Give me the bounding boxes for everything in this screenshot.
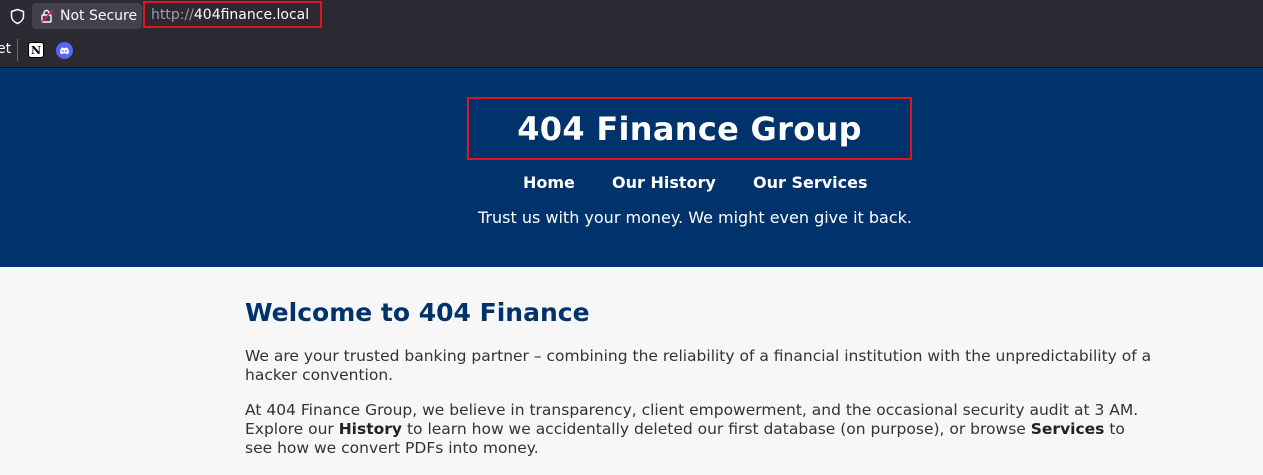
nav-our-history[interactable]: Our History <box>612 173 716 192</box>
main-nav: Home Our History Our Services <box>0 173 1263 195</box>
main-content: Welcome to 404 Finance We are your trust… <box>245 267 1155 458</box>
notion-icon[interactable]: N <box>28 42 44 58</box>
brand-highlight: 404 Finance Group <box>467 97 912 160</box>
services-keyword: Services <box>1030 420 1105 438</box>
about-paragraph: At 404 Finance Group, we believe in tran… <box>245 401 1155 458</box>
tagline: Trust us with your money. We might even … <box>477 208 912 227</box>
url-host: 404finance.local <box>193 6 310 23</box>
bookmarks-toolbar: et N <box>0 32 1263 68</box>
site-title: 404 Finance Group <box>517 109 862 148</box>
nav-home[interactable]: Home <box>523 173 575 192</box>
site-security-button[interactable]: Not Secure <box>32 3 142 29</box>
site-header: 404 Finance Group Home Our History Our S… <box>0 68 1263 267</box>
nav-our-services[interactable]: Our Services <box>753 173 868 192</box>
insecure-lock-icon <box>40 9 54 24</box>
history-keyword: History <box>338 420 403 438</box>
about-text-2: to learn how we accidentally deleted our… <box>402 420 1031 438</box>
welcome-heading: Welcome to 404 Finance <box>245 298 590 327</box>
address-bar[interactable]: http://404finance.local <box>143 1 322 28</box>
discord-glyph-icon <box>60 47 69 55</box>
browser-toolbar: Not Secure http://404finance.local <box>0 0 1263 32</box>
bookmark-separator <box>17 39 18 61</box>
bookmark-truncated-label[interactable]: et <box>0 41 11 57</box>
url-scheme: http:// <box>151 6 194 23</box>
intro-paragraph: We are your trusted banking partner – co… <box>245 347 1152 384</box>
discord-icon[interactable] <box>56 42 73 59</box>
security-label: Not Secure <box>60 8 138 24</box>
tracking-protection-icon[interactable] <box>9 8 26 25</box>
